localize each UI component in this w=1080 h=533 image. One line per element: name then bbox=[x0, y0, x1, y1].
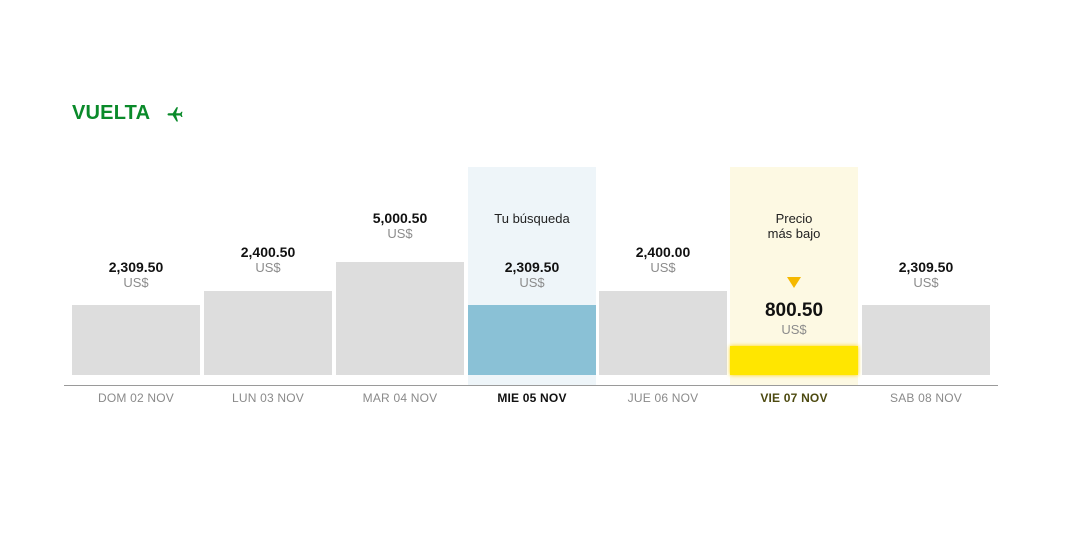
day-label-lowest: VIE 07 NOV bbox=[760, 391, 828, 405]
currency-label: US$ bbox=[255, 260, 281, 275]
price-bar-selected[interactable] bbox=[468, 305, 596, 375]
section-title: VUELTA bbox=[72, 102, 151, 124]
day-column-mar-04[interactable]: 5,000.50 US$ MAR 04 NOV bbox=[336, 160, 464, 420]
day-label: DOM 02 NOV bbox=[97, 391, 174, 405]
day-column-sab-08[interactable]: 2,309.50 US$ SAB 08 NOV bbox=[862, 160, 990, 420]
currency-label: US$ bbox=[650, 260, 676, 275]
day-column-jue-06[interactable]: 2,400.00 US$ JUE 06 NOV bbox=[599, 160, 727, 420]
price-value-lowest: 800.50 bbox=[764, 300, 824, 321]
chart-baseline bbox=[64, 385, 998, 386]
down-arrow-icon bbox=[787, 277, 801, 288]
price-block: 2,309.50 US$ bbox=[862, 259, 990, 291]
price-bar[interactable] bbox=[862, 305, 990, 375]
price-value: 2,309.50 bbox=[898, 259, 954, 275]
lowest-note-line2: más bajo bbox=[767, 226, 821, 241]
price-bar-lowest[interactable] bbox=[730, 346, 858, 375]
day-column-vie-07[interactable]: Precio más bajo 800.50 US$ VIE 07 NOV bbox=[730, 160, 858, 420]
day-label: LUN 03 NOV bbox=[231, 391, 305, 405]
price-block: 800.50 US$ bbox=[730, 300, 858, 338]
section-header: VUELTA bbox=[72, 102, 184, 125]
price-value: 2,400.00 bbox=[635, 244, 691, 260]
currency-label: US$ bbox=[519, 275, 545, 290]
currency-label: US$ bbox=[913, 275, 939, 290]
day-label-selected: MIE 05 NOV bbox=[497, 391, 567, 405]
price-block: 2,309.50 US$ bbox=[468, 259, 596, 291]
price-value: 2,309.50 bbox=[504, 259, 560, 275]
plane-return-icon bbox=[166, 105, 184, 123]
price-calendar-chart: 2,309.50 US$ DOM 02 NOV 2,400.50 US$ LUN… bbox=[64, 160, 998, 420]
day-label: SAB 08 NOV bbox=[889, 391, 963, 405]
price-bar[interactable] bbox=[204, 291, 332, 375]
currency-label: US$ bbox=[123, 275, 149, 290]
price-block: 2,400.50 US$ bbox=[204, 244, 332, 276]
day-label: MAR 04 NOV bbox=[362, 391, 438, 405]
search-note: Tu búsqueda bbox=[494, 211, 570, 226]
price-value: 2,309.50 bbox=[108, 259, 164, 275]
price-bar[interactable] bbox=[336, 262, 464, 375]
day-column-dom-02[interactable]: 2,309.50 US$ DOM 02 NOV bbox=[72, 160, 200, 420]
currency-label: US$ bbox=[781, 322, 807, 337]
day-column-mie-05[interactable]: Tu búsqueda 2,309.50 US$ MIE 05 NOV bbox=[468, 160, 596, 420]
price-block: 2,309.50 US$ bbox=[72, 259, 200, 291]
day-label: JUE 06 NOV bbox=[627, 391, 699, 405]
price-bar[interactable] bbox=[599, 291, 727, 375]
price-block: 2,400.00 US$ bbox=[599, 244, 727, 276]
price-value: 2,400.50 bbox=[240, 244, 296, 260]
price-value: 5,000.50 bbox=[372, 210, 428, 226]
price-bar[interactable] bbox=[72, 305, 200, 375]
price-block: 5,000.50 US$ bbox=[336, 210, 464, 242]
lowest-note-line1: Precio bbox=[775, 211, 813, 226]
day-column-lun-03[interactable]: 2,400.50 US$ LUN 03 NOV bbox=[204, 160, 332, 420]
currency-label: US$ bbox=[387, 226, 413, 241]
